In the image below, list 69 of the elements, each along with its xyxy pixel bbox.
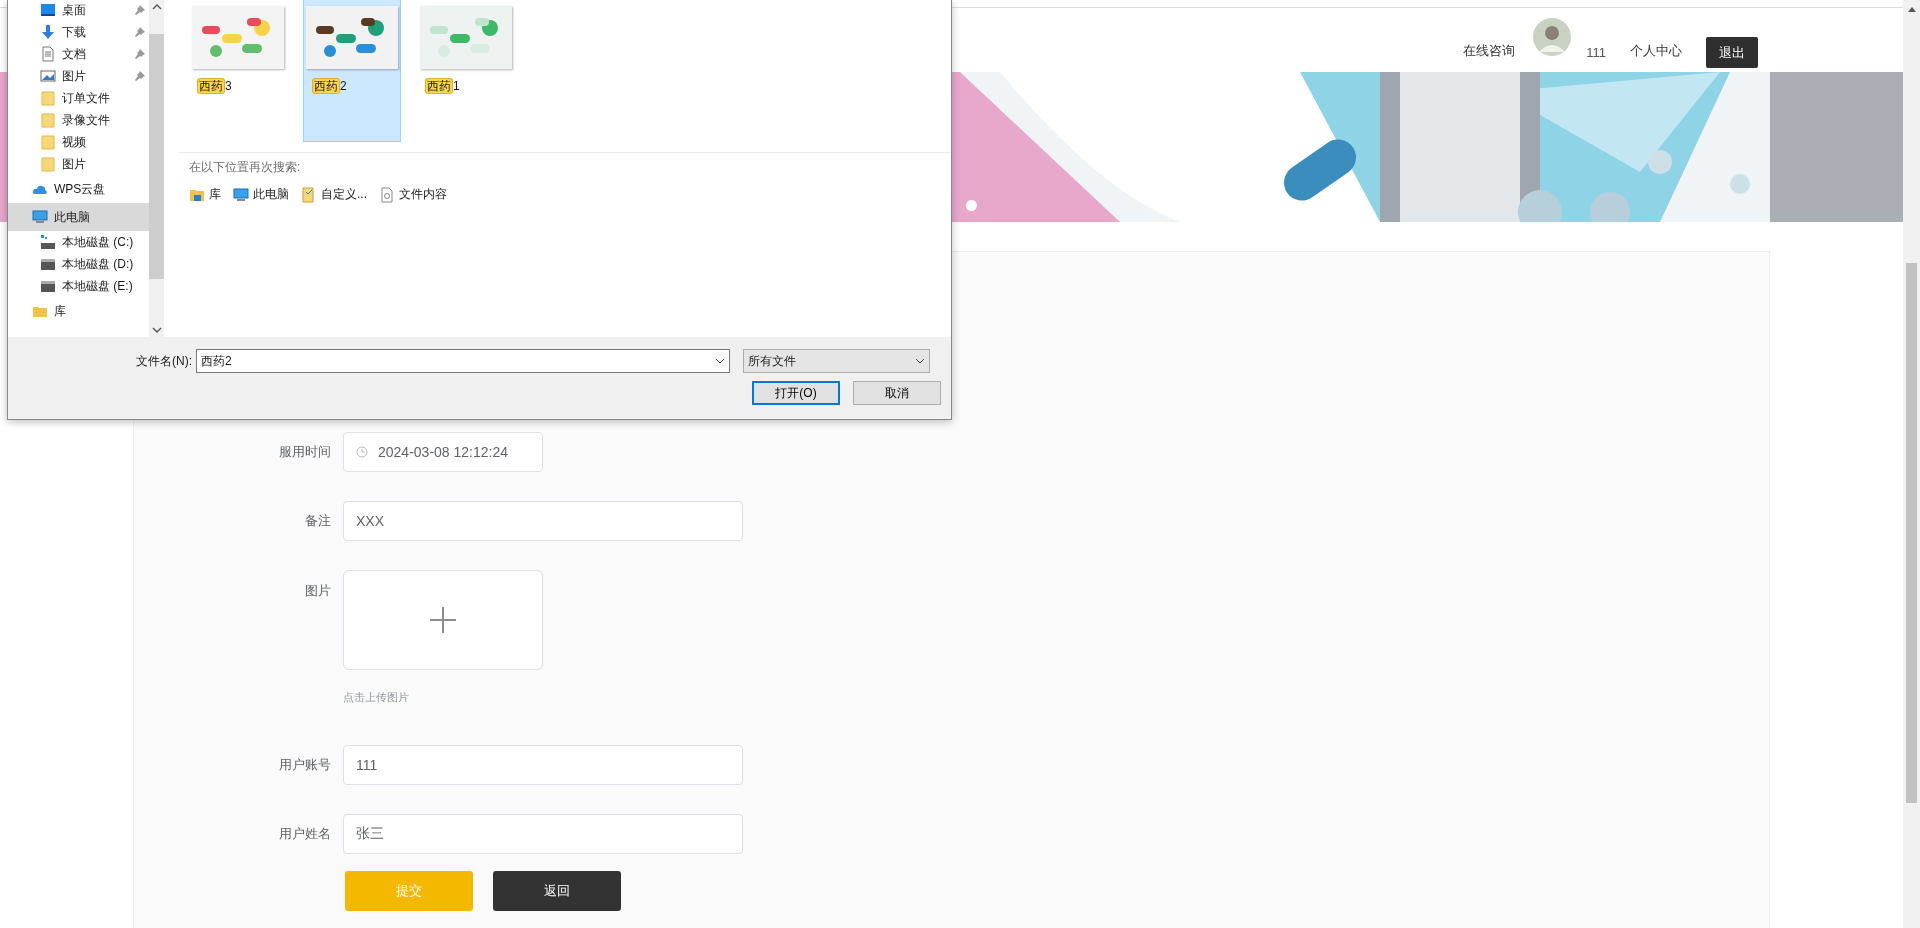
nav-item[interactable]: 本地磁盘 (E:) <box>8 275 149 297</box>
drive-icon <box>40 256 56 272</box>
username: 111 <box>1586 45 1606 62</box>
consult-link[interactable]: 在线咨询 <box>1463 42 1516 68</box>
nav-item[interactable]: 本地磁盘 (D:) <box>8 253 149 275</box>
folder-icon <box>40 90 56 106</box>
file-name: 西药 2 <box>312 78 347 95</box>
field-label: 服用时间 <box>278 443 332 461</box>
file-item[interactable]: 西药 1 <box>417 0 515 142</box>
scroll-up-arrow-icon[interactable] <box>1907 6 1916 12</box>
search-location-link[interactable]: 文件内容 <box>379 186 447 203</box>
back-button[interactable]: 返回 <box>493 871 621 911</box>
desktop-icon <box>40 2 56 18</box>
nav-item[interactable]: 图片 <box>8 153 149 175</box>
document-icon <box>379 186 395 203</box>
search-location-link[interactable]: 库 <box>189 186 221 203</box>
field-label: 备注 <box>304 512 332 530</box>
upload-hint: 点击上传图片 <box>343 690 410 705</box>
file-name: 西药 3 <box>197 78 232 95</box>
chevron-down-icon <box>915 358 925 364</box>
cancel-button[interactable]: 取消 <box>853 381 941 405</box>
filename-field[interactable]: 西药2 <box>196 349 730 373</box>
text-field[interactable]: XXX <box>343 501 743 541</box>
nav-item[interactable]: 本地磁盘 (C:) <box>8 231 149 253</box>
clock-icon <box>356 446 368 458</box>
carousel-dot[interactable] <box>966 200 977 211</box>
nav-item[interactable]: 库 <box>8 297 149 325</box>
field-label: 用户姓名 <box>278 825 332 843</box>
logout-button[interactable]: 退出 <box>1706 37 1758 68</box>
date-field[interactable]: 2024-03-08 12:12:24 <box>343 432 543 472</box>
nav-item[interactable]: 图片 <box>8 65 149 87</box>
text-field[interactable]: 张三 <box>343 814 743 854</box>
open-button[interactable]: 打开(O) <box>752 381 840 405</box>
nav-item[interactable]: 订单文件 <box>8 87 149 109</box>
search-location-link[interactable]: 此电脑 <box>233 186 289 203</box>
nav-item[interactable]: 视频 <box>8 131 149 153</box>
nav-scrollbar[interactable] <box>149 0 164 337</box>
filename-label: 文件名(N): <box>135 352 193 370</box>
file-type-dropdown[interactable]: 所有文件 <box>743 349 930 373</box>
drive-icon <box>40 278 56 294</box>
file-item[interactable]: 西药 3 <box>189 0 287 142</box>
chevron-down-icon <box>715 358 725 364</box>
folder-icon <box>301 186 317 203</box>
field-label: 用户账号 <box>278 756 332 774</box>
field-label: 图片 <box>304 582 332 600</box>
nav-item[interactable]: 文档 <box>8 43 149 65</box>
folder-icon <box>40 134 56 150</box>
search-location-link[interactable]: 自定义... <box>301 186 367 203</box>
profile-link[interactable]: 个人中心 <box>1630 42 1682 68</box>
nav-item[interactable]: 录像文件 <box>8 109 149 131</box>
nav-item[interactable]: 桌面 <box>8 0 149 21</box>
folder-icon <box>40 112 56 128</box>
image-icon <box>40 68 56 84</box>
page-scrollbar[interactable] <box>1903 0 1920 928</box>
document-icon <box>40 46 56 62</box>
monitor-icon <box>32 209 48 225</box>
plus-icon <box>429 606 457 634</box>
drive-icon <box>40 234 56 250</box>
text-field[interactable]: 111 <box>343 745 743 785</box>
file-name: 西药 1 <box>425 78 460 95</box>
nav-item[interactable]: WPS云盘 <box>8 175 149 203</box>
down-arrow-icon <box>40 24 56 40</box>
file-item[interactable]: 西药 2 <box>303 0 401 142</box>
search-again-title: 在以下位置再次搜索: <box>189 159 302 176</box>
nav-item[interactable]: 下载 <box>8 21 149 43</box>
avatar[interactable] <box>1533 18 1572 56</box>
monitor-icon <box>233 186 249 203</box>
folder-icon <box>40 156 56 172</box>
nav-item[interactable]: 此电脑 <box>8 203 149 231</box>
